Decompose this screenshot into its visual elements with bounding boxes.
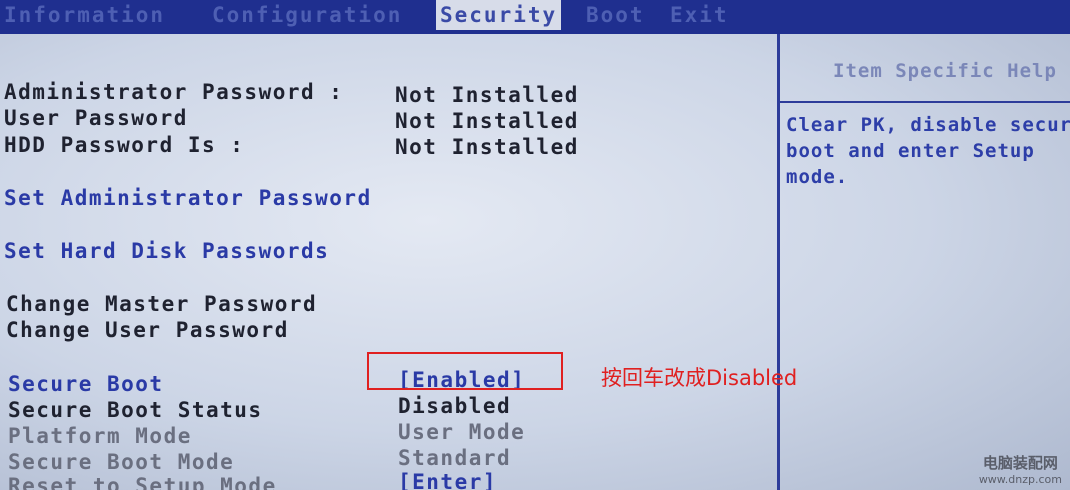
tab-information[interactable]: Information <box>4 0 165 30</box>
watermark: 电脑装配网 www.dnzp.com <box>979 452 1062 486</box>
tab-exit[interactable]: Exit <box>670 0 729 30</box>
secure-boot-item[interactable]: Secure Boot <box>8 372 164 396</box>
set-hdd-passwords-item[interactable]: Set Hard Disk Passwords <box>4 239 329 263</box>
help-panel-title: Item Specific Help <box>833 60 1057 82</box>
reset-setup-mode-item[interactable]: Reset to Setup Mode <box>8 474 277 490</box>
admin-password-value: Not Installed <box>395 83 579 107</box>
tab-configuration[interactable]: Configuration <box>212 0 402 30</box>
watermark-name: 电脑装配网 <box>982 454 1058 472</box>
secure-boot-status-label: Secure Boot Status <box>8 398 263 422</box>
help-panel-text: Clear PK, disable secure boot and enter … <box>786 114 1070 188</box>
watermark-url: www.dnzp.com <box>978 473 1062 486</box>
hdd-password-label: HDD Password Is : <box>4 133 245 157</box>
platform-mode-label: Platform Mode <box>8 424 192 448</box>
hdd-password-value: Not Installed <box>395 135 579 159</box>
reset-setup-mode-value[interactable]: [Enter] <box>398 470 497 490</box>
menu-underline <box>0 30 1070 34</box>
user-password-value: Not Installed <box>395 109 579 133</box>
admin-password-label: Administrator Password : <box>4 80 344 104</box>
help-panel-divider <box>780 101 1070 103</box>
change-master-password-item[interactable]: Change Master Password <box>6 292 317 316</box>
secure-boot-mode-value: Standard <box>398 446 512 470</box>
secure-boot-mode-label: Secure Boot Mode <box>8 450 235 474</box>
set-admin-password-item[interactable]: Set Administrator Password <box>4 186 372 210</box>
change-user-password-item[interactable]: Change User Password <box>6 318 289 342</box>
menu-bar: Information Configuration Security Boot … <box>0 0 1070 30</box>
tab-security[interactable]: Security <box>436 0 562 30</box>
user-password-label: User Password <box>4 106 188 130</box>
bios-screen: Information Configuration Security Boot … <box>0 0 1070 490</box>
tab-boot[interactable]: Boot <box>586 0 645 30</box>
highlight-box <box>367 352 563 390</box>
secure-boot-status-value: Disabled <box>398 394 512 418</box>
platform-mode-value: User Mode <box>398 420 526 444</box>
annotation-text: 按回车改成Disabled <box>601 366 798 390</box>
